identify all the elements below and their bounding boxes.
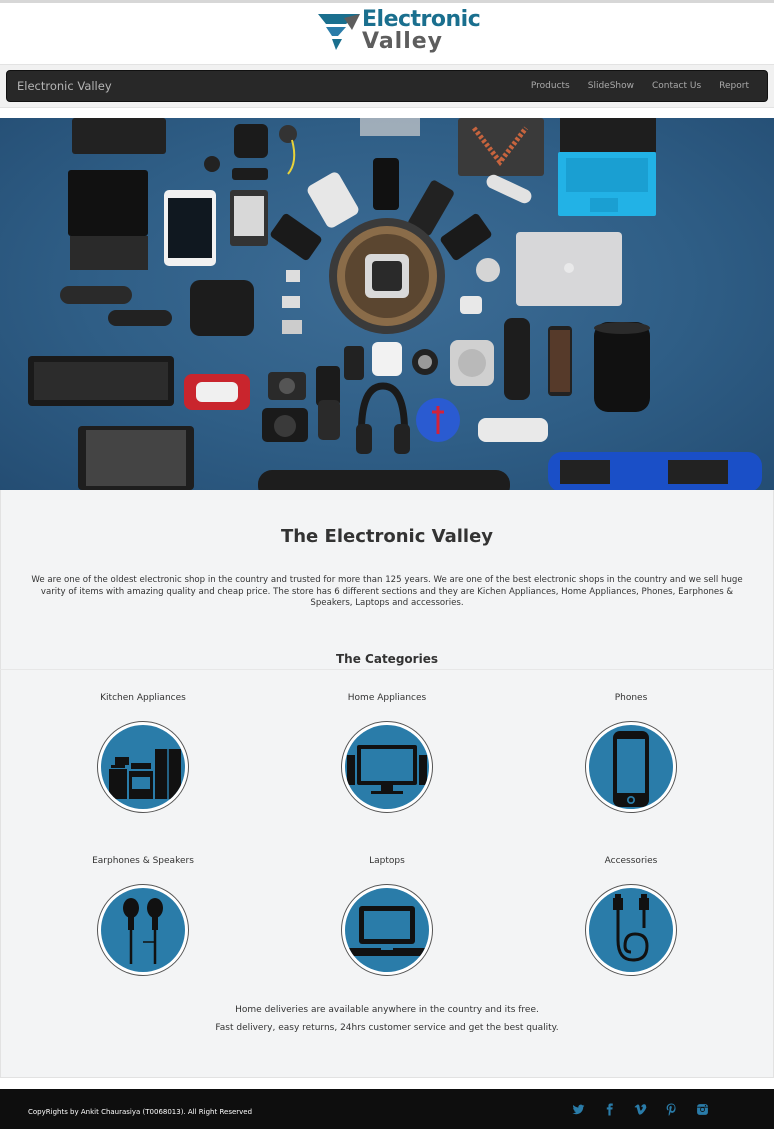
category-label-kitchen-appliances[interactable]: Kitchen Appliances (43, 693, 243, 703)
nav-link-report[interactable]: Report (719, 81, 749, 91)
nav-links: Products SlideShow Contact Us Report (531, 81, 749, 91)
television-icon (347, 745, 427, 794)
category-earphones-speakers[interactable] (97, 884, 189, 976)
category-label-earphones-speakers[interactable]: Earphones & Speakers (43, 856, 243, 866)
electronics-flatlay-image (28, 118, 762, 490)
cable-icon (613, 894, 649, 962)
section-divider (0, 669, 774, 670)
footer: CopyRights by Ankit Chaurasiya (T0068013… (0, 1089, 774, 1129)
top-border (0, 0, 774, 3)
instagram-icon[interactable] (696, 1103, 709, 1116)
facebook-icon[interactable] (603, 1103, 616, 1116)
category-label-accessories[interactable]: Accessories (531, 856, 731, 866)
vimeo-icon[interactable] (634, 1103, 647, 1116)
category-phones[interactable] (585, 721, 677, 813)
nav-link-contact-us[interactable]: Contact Us (652, 81, 701, 91)
pinterest-icon[interactable] (665, 1103, 678, 1116)
service-note: Fast delivery, easy returns, 24hrs custo… (215, 1023, 559, 1033)
intro-paragraph: We are one of the oldest electronic shop… (31, 575, 743, 609)
navbar: Electronic Valley Products SlideShow Con… (6, 70, 768, 102)
page-title: The Electronic Valley (280, 526, 494, 547)
nav-link-products[interactable]: Products (531, 81, 570, 91)
navbar-container: Electronic Valley Products SlideShow Con… (0, 64, 774, 108)
category-laptops[interactable] (341, 884, 433, 976)
twitter-icon[interactable] (572, 1103, 585, 1116)
category-label-laptops[interactable]: Laptops (287, 856, 487, 866)
category-home-appliances[interactable] (341, 721, 433, 813)
social-links (572, 1103, 709, 1116)
navbar-brand[interactable]: Electronic Valley (17, 79, 112, 93)
category-label-home-appliances[interactable]: Home Appliances (287, 693, 487, 703)
copyright-text: CopyRights by Ankit Chaurasiya (T0068013… (28, 1108, 253, 1116)
delivery-note: Home deliveries are available anywhere i… (235, 1005, 539, 1015)
logo-word-valley: Valley (362, 29, 444, 54)
phone-icon (613, 731, 649, 807)
category-label-phones[interactable]: Phones (531, 693, 731, 703)
logo-mark-icon (318, 14, 360, 50)
nav-link-slideshow[interactable]: SlideShow (588, 81, 634, 91)
site-logo[interactable]: Electronic Valley (316, 7, 481, 58)
category-accessories[interactable] (585, 884, 677, 976)
laptop-icon (349, 906, 425, 956)
categories-title: The Categories (336, 652, 438, 666)
category-kitchen-appliances[interactable] (97, 721, 189, 813)
earphones-icon (123, 898, 163, 964)
hero-image (0, 118, 774, 490)
kitchen-appliances-icon (109, 749, 181, 799)
